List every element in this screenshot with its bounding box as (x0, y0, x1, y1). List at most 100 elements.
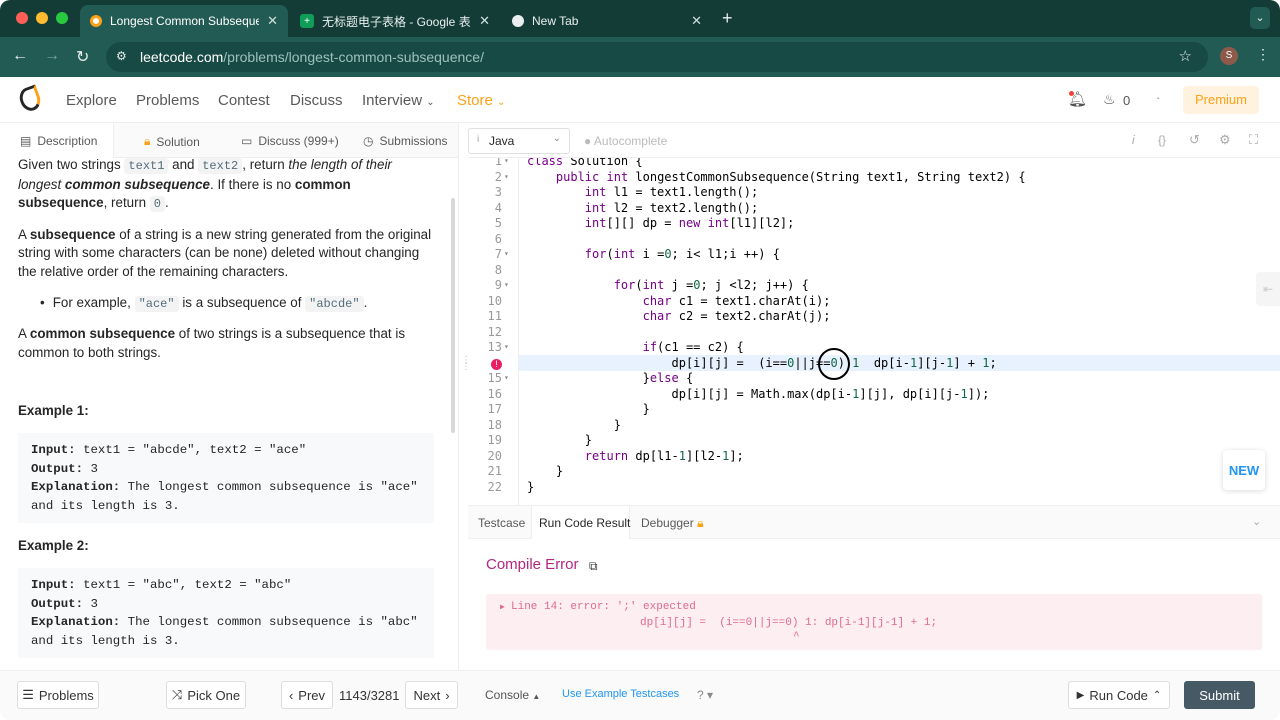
code-line[interactable]: int[][] dp = new int[l1][l2]; (527, 216, 795, 230)
code-line[interactable]: class Solution { (527, 158, 643, 168)
tab-discuss[interactable]: ▭ Discuss (999+) (241, 134, 339, 148)
example-2-title: Example 2: (18, 538, 89, 554)
site-info-icon[interactable]: ⚙ (116, 49, 127, 63)
fullscreen-icon[interactable]: ⛶ (1249, 132, 1258, 148)
streak-fire-icon[interactable]: ♨ (1103, 91, 1116, 108)
leetcode-navbar: Explore Problems Contest Discuss Intervi… (0, 77, 1280, 123)
code-editor[interactable]: 1 ▾ class Solution {2 ▾ public int longestC… (468, 158, 1280, 505)
tab-solution[interactable]: 🔒︎ Solution (144, 134, 200, 149)
code-line[interactable]: public int longestCommonSubsequence(Stri… (527, 170, 1026, 184)
mouse-cursor-highlight-icon (818, 348, 850, 380)
profile-avatar[interactable]: S (1220, 47, 1238, 65)
tab-testcase[interactable]: Testcase (478, 516, 525, 530)
code-line[interactable]: for(int j =0; j <l2; j++) { (527, 278, 809, 292)
example-output: 3 (90, 461, 98, 476)
code-line[interactable]: for(int i =0; i< l1;i ++) { (527, 247, 780, 261)
fold-arrow-icon[interactable]: ▾ (504, 172, 509, 181)
prev-button[interactable]: ‹ Prev (281, 681, 333, 709)
help-icon[interactable]: ? ▾ (697, 688, 713, 702)
tab-description[interactable]: ▤ Description (20, 134, 97, 148)
copy-icon[interactable]: ⧉ (589, 559, 598, 574)
emphasis-strong: common subsequence (64, 176, 211, 192)
tab-search-icon[interactable]: ⌄ (1250, 7, 1270, 29)
code-line[interactable]: } (527, 433, 592, 447)
code-line[interactable]: return dp[l1-1][l2-1]; (527, 449, 744, 463)
tab-debugger[interactable]: Debugger 🔒︎ (641, 516, 703, 531)
description-scrollbar[interactable] (451, 198, 455, 433)
expand-caret-icon[interactable]: ▶ (500, 602, 505, 612)
fold-arrow-icon[interactable]: ▾ (504, 342, 509, 351)
tab-submissions-label: Submissions (379, 134, 448, 148)
reset-icon[interactable]: ↺ (1189, 132, 1200, 148)
error-line-1: Line 14: error: ';' expected (511, 601, 696, 613)
code-line[interactable]: } (527, 418, 621, 432)
console-toggle[interactable]: Console ▲ (485, 688, 540, 702)
pane-divider[interactable]: ⋮ ⋮ (458, 123, 471, 670)
omnibox[interactable]: ⚙ leetcode.com/problems/longest-common-s… (106, 42, 1208, 72)
new-tab-icon[interactable]: + (722, 8, 733, 29)
nav-problems[interactable]: Problems (136, 92, 199, 109)
run-code-button[interactable]: ▶ Run Code ⌃ (1068, 681, 1170, 709)
nav-contest[interactable]: Contest (218, 92, 270, 109)
line-number: 1 (494, 158, 502, 168)
tab-run-code-result[interactable]: Run Code Result (539, 516, 630, 530)
leetcode-logo-icon[interactable] (16, 84, 44, 114)
compile-error-title: Compile Error (486, 556, 579, 573)
code-line[interactable]: } (527, 480, 534, 494)
code-line[interactable]: }else { (527, 371, 694, 385)
browser-tab-sheets[interactable]: + 无标题电子表格 - Google 表格 ✕ (290, 5, 500, 37)
reload-icon[interactable]: ↻ (76, 47, 89, 67)
close-tab-icon[interactable]: ✕ (479, 13, 490, 29)
close-tab-icon[interactable]: ✕ (267, 13, 278, 29)
url-text: leetcode.com/problems/longest-common-sub… (140, 49, 484, 65)
minimize-window-button[interactable] (36, 12, 48, 24)
submit-button[interactable]: Submit (1184, 681, 1255, 709)
back-icon[interactable]: ← (12, 47, 28, 65)
new-feature-badge[interactable]: NEW (1223, 450, 1265, 490)
code-line[interactable]: char c2 = text2.charAt(j); (527, 309, 831, 323)
autocomplete-toggle[interactable]: ● Autocomplete (584, 134, 667, 148)
code-line[interactable]: dp[i][j] = (i==0||j==0) 1 dp[i-1][j-1] +… (527, 356, 996, 370)
line-number: 11 (487, 309, 502, 323)
fold-arrow-icon[interactable]: ▾ (504, 158, 509, 165)
nav-discuss[interactable]: Discuss (290, 92, 343, 109)
fold-arrow-icon[interactable]: ▾ (504, 373, 509, 382)
code-line[interactable]: int l2 = text2.length(); (527, 201, 758, 215)
maximize-window-button[interactable] (56, 12, 68, 24)
side-panel-toggle-icon[interactable]: ⇤ (1256, 272, 1280, 306)
next-button[interactable]: Next › (405, 681, 458, 709)
code-line[interactable]: int l1 = text1.length(); (527, 185, 758, 199)
browser-menu-icon[interactable]: ⋮ (1256, 46, 1270, 63)
browser-tab-leetcode[interactable]: Longest Common Subsequence ✕ (80, 5, 288, 37)
settings-icon[interactable]: ⚙ (1219, 132, 1231, 148)
bookmark-star-icon[interactable]: ☆ (1179, 47, 1192, 65)
line-number: 15 (487, 371, 502, 385)
close-tab-icon[interactable]: ✕ (691, 13, 702, 29)
collapse-chevron-icon[interactable]: ⌄ (1252, 515, 1261, 528)
close-window-button[interactable] (16, 12, 28, 24)
nav-explore[interactable]: Explore (66, 92, 117, 109)
forward-icon[interactable]: → (44, 47, 60, 65)
use-example-testcases-link[interactable]: Use Example Testcases (562, 688, 679, 700)
language-select[interactable]: Java i ⌄ (468, 128, 570, 154)
tab-title: 无标题电子表格 - Google 表格 (322, 14, 472, 29)
braces-icon[interactable]: {} (1158, 133, 1166, 147)
nav-store[interactable]: Store ⌄ (457, 92, 505, 109)
browser-tab-new[interactable]: New Tab ✕ (502, 5, 712, 37)
fold-arrow-icon[interactable]: ▾ (504, 280, 509, 289)
tab-submissions[interactable]: ◷ Submissions (363, 134, 448, 148)
code-line[interactable]: char c1 = text1.charAt(i); (527, 294, 831, 308)
desc-paragraph-1: Given two strings text1 and text2, retur… (18, 158, 434, 214)
code-line[interactable]: } (527, 464, 563, 478)
avatar-dot-icon[interactable]: · (1156, 90, 1160, 105)
pick-one-button[interactable]: ⤨ Pick One (166, 681, 246, 709)
code-line[interactable]: } (527, 402, 650, 416)
code-line[interactable]: dp[i][j] = Math.max(dp[i-1][j], dp[i][j-… (527, 387, 989, 401)
nav-interview[interactable]: Interview ⌄ (362, 92, 435, 109)
fold-arrow-icon[interactable]: ▾ (504, 249, 509, 258)
line-number: 17 (487, 402, 502, 416)
info-icon[interactable]: i (1132, 133, 1135, 147)
premium-button[interactable]: Premium (1183, 86, 1259, 114)
code-line[interactable]: if(c1 == c2) { (527, 340, 744, 354)
problems-button[interactable]: ☰ Problems (17, 681, 99, 709)
